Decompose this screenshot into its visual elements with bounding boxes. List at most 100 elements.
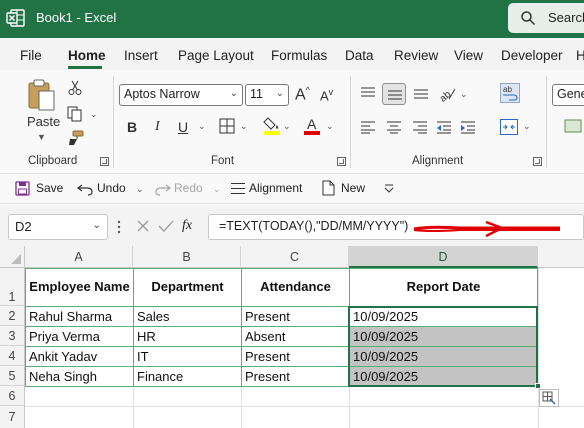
row-header-7[interactable]: 7: [0, 406, 25, 428]
quick-analysis-button[interactable]: [539, 389, 559, 407]
clipboard-group-label: Clipboard: [28, 155, 78, 167]
select-all-button[interactable]: [0, 246, 25, 268]
insert-function-icon[interactable]: fx: [182, 218, 192, 234]
undo-button[interactable]: Undo: [97, 181, 126, 195]
underline-button[interactable]: U: [178, 119, 188, 135]
column-header-c[interactable]: C: [241, 246, 349, 268]
increase-indent-icon[interactable]: [460, 120, 476, 134]
column-header-a[interactable]: A: [25, 246, 133, 268]
merge-center-icon[interactable]: [500, 119, 518, 135]
middle-align-button[interactable]: [382, 83, 406, 105]
tab-data[interactable]: Data: [345, 48, 374, 63]
borders-dropdown-chevron-icon[interactable]: ⌄: [240, 121, 248, 132]
tab-developer[interactable]: Developer: [501, 48, 563, 63]
cell-a1[interactable]: Employee Name: [26, 279, 133, 294]
search-box[interactable]: Search: [508, 3, 584, 33]
redo-dropdown-chevron-icon[interactable]: ⌄: [213, 184, 221, 195]
cell-b5[interactable]: Finance: [134, 369, 241, 384]
decrease-font-size-icon[interactable]: Av: [320, 87, 333, 103]
cell-b1[interactable]: Department: [134, 279, 241, 294]
cell-c1[interactable]: Attendance: [242, 279, 349, 294]
cell-b3[interactable]: HR: [134, 329, 241, 344]
orientation-dropdown-chevron-icon[interactable]: ⌄: [460, 89, 468, 100]
column-header-d[interactable]: D: [349, 246, 538, 268]
copy-dropdown-chevron-icon[interactable]: ⌄: [90, 109, 98, 120]
cell-a2[interactable]: Rahul Sharma: [26, 309, 133, 324]
number-format-combo[interactable]: Gene: [552, 84, 584, 106]
cell-c2[interactable]: Present: [242, 309, 349, 324]
tab-help[interactable]: H: [576, 48, 584, 63]
font-size-combo[interactable]: 11 ⌄: [245, 84, 289, 106]
more-options-icon[interactable]: [117, 219, 121, 235]
enter-check-icon[interactable]: [158, 219, 174, 233]
column-header-b[interactable]: B: [133, 246, 241, 268]
redo-button[interactable]: Redo: [174, 181, 203, 195]
row-header-5[interactable]: 5: [0, 366, 25, 386]
cell-a4[interactable]: Ankit Yadav: [26, 349, 133, 364]
increase-font-size-icon[interactable]: A^: [295, 85, 310, 104]
copy-icon[interactable]: [67, 106, 83, 122]
italic-button[interactable]: I: [155, 119, 160, 135]
alignment-button[interactable]: Alignment: [249, 181, 302, 195]
tab-view[interactable]: View: [454, 48, 483, 63]
cut-icon[interactable]: [68, 80, 82, 96]
tab-insert[interactable]: Insert: [124, 48, 158, 63]
cell-c3[interactable]: Absent: [242, 329, 349, 344]
tab-page-layout[interactable]: Page Layout: [178, 48, 254, 63]
wrap-text-icon[interactable]: ab: [500, 83, 520, 103]
cell-d1[interactable]: Report Date: [350, 279, 537, 294]
save-button[interactable]: Save: [36, 181, 63, 195]
tab-home[interactable]: Home: [68, 48, 106, 63]
font-name-combo[interactable]: Aptos Narrow ⌄: [119, 84, 243, 106]
borders-icon[interactable]: [219, 118, 235, 134]
paste-icon[interactable]: [26, 78, 58, 112]
title-bar: Book1 - Excel Search: [0, 0, 584, 38]
cell-b2[interactable]: Sales: [134, 309, 241, 324]
cell-c4[interactable]: Present: [242, 349, 349, 364]
tab-file[interactable]: File: [20, 48, 42, 63]
cell-a3[interactable]: Priya Verma: [26, 329, 133, 344]
cell-a5[interactable]: Neha Singh: [26, 369, 133, 384]
column-header-e[interactable]: [538, 246, 584, 268]
name-box[interactable]: D2 ⌄: [8, 214, 108, 240]
align-center-icon[interactable]: [386, 120, 402, 134]
row-header-6[interactable]: 6: [0, 386, 25, 406]
paste-button[interactable]: Paste: [27, 114, 60, 129]
undo-icon[interactable]: [77, 181, 93, 196]
tab-review[interactable]: Review: [394, 48, 438, 63]
fill-color-dropdown-chevron-icon[interactable]: ⌄: [283, 121, 291, 132]
align-left-icon[interactable]: [360, 120, 376, 134]
cell-b4[interactable]: IT: [134, 349, 241, 364]
underline-dropdown-chevron-icon[interactable]: ⌄: [198, 121, 206, 132]
new-file-icon[interactable]: [322, 180, 335, 196]
cell-c5[interactable]: Present: [242, 369, 349, 384]
redo-icon[interactable]: [155, 181, 171, 196]
fill-color-icon[interactable]: [263, 116, 281, 136]
merge-dropdown-chevron-icon[interactable]: ⌄: [523, 121, 531, 132]
tab-formulas[interactable]: Formulas: [271, 48, 327, 63]
decrease-indent-icon[interactable]: [436, 120, 452, 134]
row-header-4[interactable]: 4: [0, 346, 25, 366]
bold-button[interactable]: B: [127, 119, 137, 135]
clipboard-launcher-icon[interactable]: [100, 157, 109, 166]
align-right-icon[interactable]: [412, 120, 428, 134]
customize-qat-icon[interactable]: [384, 184, 394, 194]
cancel-icon[interactable]: [136, 219, 150, 233]
accounting-format-icon[interactable]: [564, 118, 584, 134]
paste-dropdown-chevron-icon[interactable]: ▼: [37, 132, 46, 142]
orientation-icon[interactable]: ab: [437, 84, 457, 102]
format-painter-icon[interactable]: [67, 130, 85, 146]
font-launcher-icon[interactable]: [337, 157, 346, 166]
undo-dropdown-chevron-icon[interactable]: ⌄: [136, 184, 144, 195]
new-button[interactable]: New: [341, 181, 365, 195]
bottom-align-icon[interactable]: [413, 86, 429, 100]
alignment-icon[interactable]: [231, 182, 245, 195]
font-color-icon[interactable]: A: [303, 116, 321, 136]
alignment-launcher-icon[interactable]: [533, 157, 542, 166]
top-align-icon[interactable]: [360, 86, 376, 100]
save-icon[interactable]: [15, 181, 30, 196]
font-color-dropdown-chevron-icon[interactable]: ⌄: [326, 121, 334, 132]
row-header-3[interactable]: 3: [0, 326, 25, 346]
row-header-2[interactable]: 2: [0, 306, 25, 326]
row-header-1[interactable]: 1: [0, 268, 25, 306]
